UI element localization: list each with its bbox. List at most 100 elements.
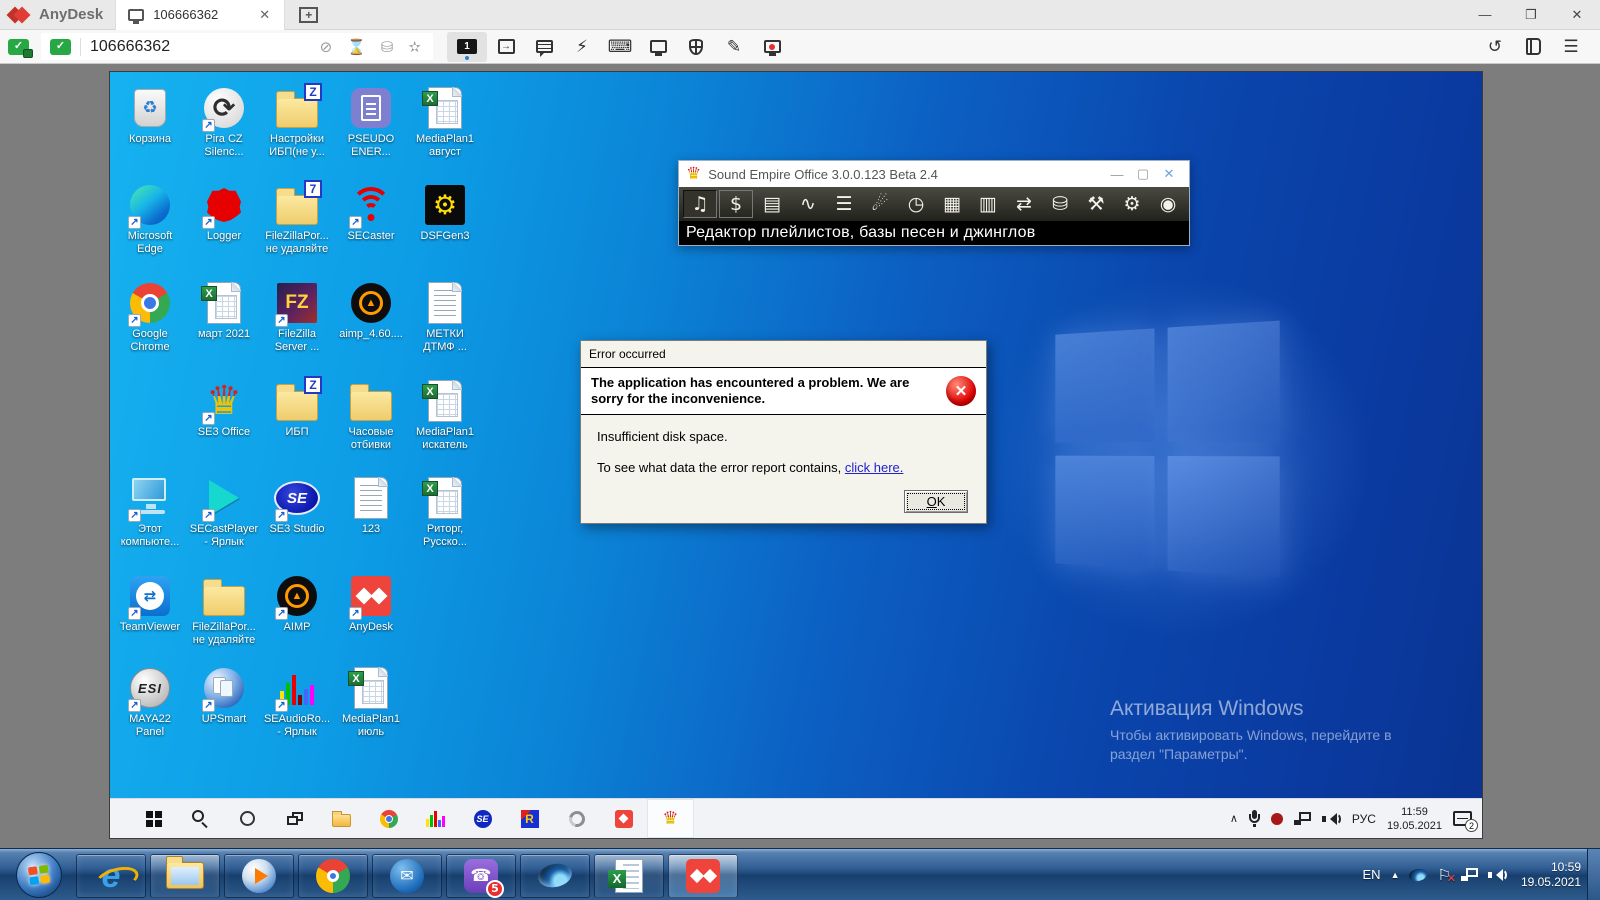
desktop-icon-excel-doc[interactable]: XMediaPlan1 июль (335, 665, 407, 739)
notebook-tool-icon[interactable]: ▥ (971, 190, 1005, 218)
se-minimize-button[interactable]: — (1104, 167, 1130, 182)
desktop-icon-teamviewer[interactable]: ⇄↗TeamViewer (114, 573, 186, 634)
notification-center-icon[interactable]: 2 (1453, 811, 1472, 826)
taskbar-r-app-button[interactable]: R (506, 799, 553, 838)
desktop-icon-folder[interactable]: FileZillaPor... не удаляйте (188, 573, 260, 647)
taskbar-logger-button[interactable] (553, 799, 600, 838)
waveform-tool-icon[interactable]: ∿ (791, 190, 825, 218)
address-book-button[interactable] (1514, 32, 1552, 62)
desktop-icon-folder[interactable]: Часовые отбивки (335, 378, 407, 452)
desktop-icon-crown[interactable]: ♛↗SE3 Office (188, 378, 260, 439)
desktop-icon-excel-doc[interactable]: XMediaPlan1 искатель (409, 378, 481, 452)
desktop-icon-edge[interactable]: ↗Microsoft Edge (114, 182, 186, 256)
storage-icon[interactable]: ⛁ (378, 38, 397, 56)
taskbar-sound-empire-office-button[interactable]: ♛ (647, 799, 694, 838)
desktop-icon-this-pc[interactable]: ↗Этот компьюте... (114, 475, 186, 549)
desktop-icon-excel-doc[interactable]: XMediaPlan1 август (409, 85, 481, 159)
host-volume-icon[interactable] (1488, 868, 1507, 882)
host-taskbar-excel-button[interactable]: X (594, 854, 664, 898)
network-icon[interactable] (1294, 812, 1311, 825)
desktop-icon-excel-doc[interactable]: Xмарт 2021 (188, 280, 260, 341)
host-clock[interactable]: 10:59 19.05.2021 (1521, 860, 1581, 890)
favorite-icon[interactable]: ✫ (405, 38, 424, 56)
taskbar-anydesk-button[interactable] (600, 799, 647, 838)
desktop-icon-recycle-bin[interactable]: ♻Корзина (114, 85, 186, 146)
microphone-icon[interactable] (1249, 810, 1260, 827)
session-tab[interactable]: 106666362 ✕ (115, 0, 285, 30)
desktop-icon-text-doc[interactable]: МЕТКИ ДТМФ ... (409, 280, 481, 354)
host-taskbar-internet-explorer-button[interactable]: e (76, 854, 146, 898)
host-taskbar-anydesk-button[interactable] (668, 854, 738, 898)
music-tool-icon[interactable]: ♫ (683, 190, 717, 218)
host-taskbar-media-player-button[interactable] (224, 854, 294, 898)
swap-tool-icon[interactable]: ⇄ (1007, 190, 1041, 218)
desktop-icon-upsmart[interactable]: ↗UPSmart (188, 665, 260, 726)
desktop-icon-aimp[interactable]: ▲↗AIMP (261, 573, 333, 634)
desktop-icon-red-blob[interactable]: ↗Logger (188, 182, 260, 243)
sound-empire-titlebar[interactable]: ♛ Sound Empire Office 3.0.0.123 Beta 2.4… (679, 161, 1189, 187)
permissions-button[interactable] (677, 32, 715, 62)
desktop-icon-play[interactable]: ↗SECastPlayer - Ярлык (188, 475, 260, 549)
window-restore-button[interactable]: ❐ (1508, 0, 1554, 30)
no-screenshot-icon[interactable]: ⊘ (317, 38, 336, 56)
volume-icon[interactable] (1322, 812, 1341, 826)
grid-tool-icon[interactable]: ▦ (935, 190, 969, 218)
se-maximize-button[interactable]: ▢ (1130, 166, 1156, 182)
waiting-icon[interactable]: ⌛ (344, 38, 369, 56)
start-orb[interactable] (16, 852, 62, 898)
desktop-icon-text-doc[interactable]: 123 (335, 475, 407, 536)
host-tray-chevron-icon[interactable]: ▲ (1391, 870, 1400, 880)
chat-button[interactable] (525, 32, 563, 62)
desktop-icon-esi[interactable]: ESI↗MAYA22 Panel (114, 665, 186, 739)
whiteboard-button[interactable]: ✎ (715, 32, 753, 62)
error-dialog[interactable]: Error occurred The application has encou… (580, 340, 987, 524)
settings-tool-icon[interactable]: ⚙ (1115, 190, 1149, 218)
eye-tool-icon[interactable]: ◉ (1151, 190, 1185, 218)
clock-tool-icon[interactable]: ◷ (899, 190, 933, 218)
taskbar-start-button[interactable] (130, 799, 177, 838)
taskbar-chrome-button[interactable] (365, 799, 412, 838)
host-language-indicator[interactable]: EN (1363, 867, 1381, 882)
desktop-icon-pseudo-app[interactable]: PSEUDO ENER... (335, 85, 407, 159)
satellite-tool-icon[interactable]: ☄ (863, 190, 897, 218)
taskbar-task-view-button[interactable] (271, 799, 318, 838)
remote-desktop[interactable]: ♻Корзина⟳↗Pira CZ Silenc...ZНастройки ИБ… (110, 72, 1482, 838)
dollar-tool-icon[interactable]: $ (719, 190, 753, 218)
taskbar-explorer-button[interactable] (318, 799, 365, 838)
error-report-link[interactable]: click here. (845, 460, 904, 475)
tools-tool-icon[interactable]: ⚒ (1079, 190, 1113, 218)
menu-button[interactable]: ☰ (1552, 32, 1590, 62)
host-taskbar-viber-button[interactable]: ☎5 (446, 854, 516, 898)
host-taskbar-windows-explorer-button[interactable] (150, 854, 220, 898)
actions-button[interactable]: ⚡ (563, 32, 601, 62)
database-tool-icon[interactable]: ⛁ (1043, 190, 1077, 218)
taskbar-audio-router-button[interactable] (412, 799, 459, 838)
desktop-icon-anydesk[interactable]: ↗AnyDesk (335, 573, 407, 634)
desktop-icon-folder-z[interactable]: ZНастройки ИБП(не у... (261, 85, 333, 159)
monitor-select-button[interactable]: 1 (447, 32, 487, 62)
display-settings-button[interactable] (639, 32, 677, 62)
list-tool-icon[interactable]: ☰ (827, 190, 861, 218)
desktop-icon-chrome[interactable]: ↗Google Chrome (114, 280, 186, 354)
address-field[interactable]: ✓ 106666362 ⊘ ⌛ ⛁ ✫ (41, 33, 433, 60)
language-indicator[interactable]: РУС (1352, 812, 1376, 826)
desktop-icon-excel-doc[interactable]: XРиторг, Русско... (409, 475, 481, 549)
host-taskbar-chrome-button[interactable] (298, 854, 368, 898)
remote-clock[interactable]: 11:59 19.05.2021 (1387, 805, 1442, 833)
record-session-button[interactable] (753, 32, 791, 62)
taskbar-se-studio-button[interactable]: SE (459, 799, 506, 838)
desktop-icon-gear-app[interactable]: ⚙DSFGen3 (409, 182, 481, 243)
sound-empire-window[interactable]: ♛ Sound Empire Office 3.0.0.123 Beta 2.4… (678, 160, 1190, 246)
window-minimize-button[interactable]: — (1462, 0, 1508, 30)
tab-close-icon[interactable]: ✕ (257, 7, 272, 23)
se-close-button[interactable]: ✕ (1156, 166, 1182, 182)
desktop-icon-se3-studio[interactable]: SE↗SE3 Studio (261, 475, 333, 536)
file-transfer-button[interactable]: → (487, 32, 525, 62)
window-close-button[interactable]: ✕ (1554, 0, 1600, 30)
swoosh-tray-icon[interactable] (1408, 867, 1428, 882)
history-button[interactable]: ↺ (1476, 32, 1514, 62)
desktop-icon-red-wifi[interactable]: ↗SECaster (335, 182, 407, 243)
host-taskbar-swoosh-app-button[interactable] (520, 854, 590, 898)
document-tool-icon[interactable]: ▤ (755, 190, 789, 218)
record-dot-icon[interactable] (1271, 813, 1283, 825)
